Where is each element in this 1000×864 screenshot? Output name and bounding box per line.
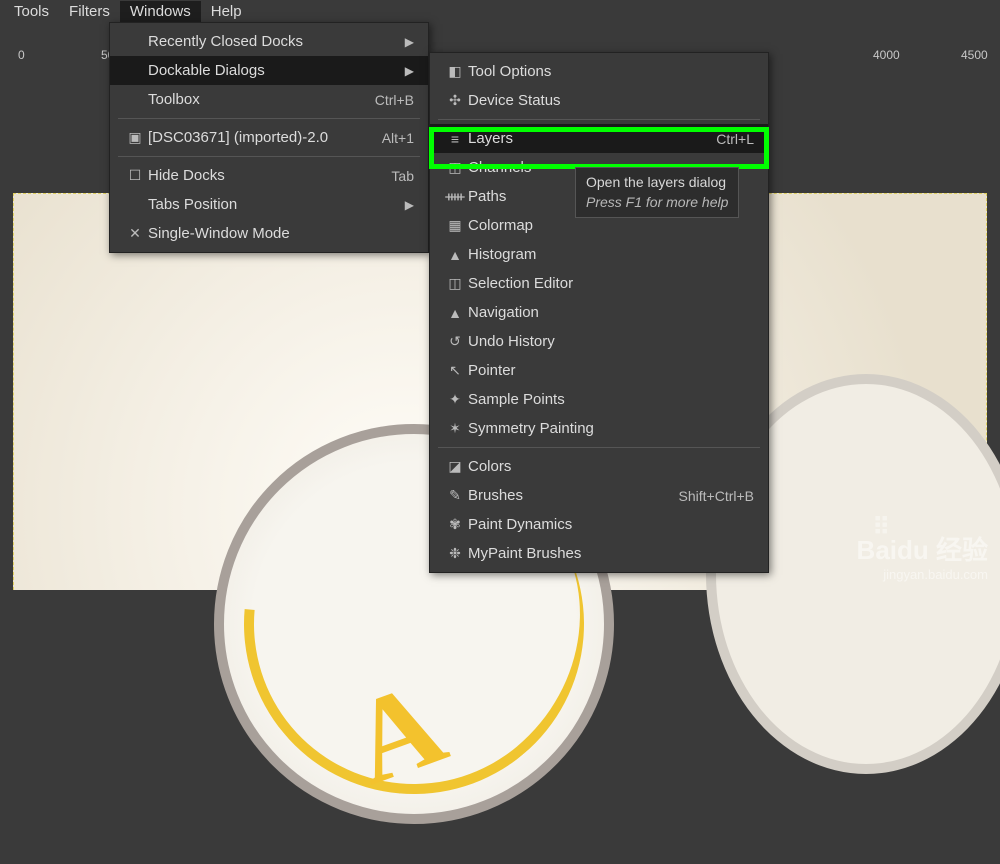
menu-item-label: Hide Docks [148, 167, 391, 184]
menu-item-label: Dockable Dialogs [148, 62, 405, 79]
pointer-icon: ↖ [442, 362, 468, 379]
sample-points-icon: ✦ [442, 391, 468, 408]
menu-item-shortcut: Tab [391, 168, 414, 184]
selection-editor-icon: ◫ [442, 275, 468, 292]
brushes-icon: ✎ [442, 487, 468, 504]
menubar: Tools Filters Windows Help [0, 0, 1000, 23]
menu-item-label: Tool Options [468, 63, 754, 80]
submenu-arrow-icon: ▶ [405, 35, 414, 49]
menu-item-navigation[interactable]: ▲Navigation [430, 298, 768, 327]
watermark-url: jingyan.baidu.com [857, 567, 988, 582]
menu-item-label: Histogram [468, 246, 754, 263]
menu-item-label: [DSC03671] (imported)-2.0 [148, 129, 382, 146]
colors-icon: ◪ [442, 458, 468, 475]
menu-item-label: Colormap [468, 217, 754, 234]
menu-item-label: Recently Closed Docks [148, 33, 405, 50]
menu-item-label: Brushes [468, 487, 679, 504]
watermark: Baidu 经验 jingyan.baidu.com [857, 530, 988, 582]
menu-item-label: Device Status [468, 92, 754, 109]
watermark-text: Baidu 经验 [857, 530, 988, 567]
menu-item-label: Sample Points [468, 391, 754, 408]
tooltip: Open the layers dialog Press F1 for more… [575, 167, 739, 218]
checkbox-checked-icon: ✕ [122, 225, 148, 242]
layers-icon: ≡ [442, 131, 468, 147]
menu-item-dockable-dialogs[interactable]: Dockable Dialogs ▶ [110, 56, 428, 85]
menu-separator [118, 118, 420, 119]
menu-item-label: Navigation [468, 304, 754, 321]
menu-item-label: Tabs Position [148, 196, 405, 213]
submenu-arrow-icon: ▶ [405, 198, 414, 212]
menu-item-label: Undo History [468, 333, 754, 350]
navigation-icon: ▲ [442, 305, 468, 321]
menu-separator [118, 156, 420, 157]
tooltip-title: Open the layers dialog [586, 173, 728, 193]
menu-item-colors[interactable]: ◪Colors [430, 452, 768, 481]
device-status-icon: ✣ [442, 92, 468, 109]
colormap-icon: ▦ [442, 217, 468, 234]
menu-item-label: MyPaint Brushes [468, 545, 754, 562]
menu-tools[interactable]: Tools [4, 1, 59, 22]
tooltip-subtitle: Press F1 for more help [586, 193, 728, 213]
menu-item-paint-dynamics[interactable]: ✾Paint Dynamics [430, 510, 768, 539]
menu-item-single-window-mode[interactable]: ✕ Single-Window Mode [110, 219, 428, 248]
menu-item-label: Selection Editor [468, 275, 754, 292]
menu-separator [438, 119, 760, 120]
menu-item-tool-options[interactable]: ◧Tool Options [430, 57, 768, 86]
menu-item-histogram[interactable]: ▲Histogram [430, 240, 768, 269]
menu-separator [438, 447, 760, 448]
histogram-icon: ▲ [442, 247, 468, 263]
menu-item-brushes[interactable]: ✎BrushesShift+Ctrl+B [430, 481, 768, 510]
menu-help[interactable]: Help [201, 1, 252, 22]
menu-item-shortcut: Ctrl+L [716, 131, 754, 147]
submenu-arrow-icon: ▶ [405, 64, 414, 78]
menu-item-recently-closed-docks[interactable]: Recently Closed Docks ▶ [110, 27, 428, 56]
menu-item-label: Paint Dynamics [468, 516, 754, 533]
menu-item-undo-history[interactable]: ↺Undo History [430, 327, 768, 356]
menu-item-selection-editor[interactable]: ◫Selection Editor [430, 269, 768, 298]
menu-windows-dropdown: Recently Closed Docks ▶ Dockable Dialogs… [109, 22, 429, 253]
menu-item-device-status[interactable]: ✣Device Status [430, 86, 768, 115]
menu-item-shortcut: Ctrl+B [375, 92, 414, 108]
menu-item-symmetry-painting[interactable]: ✶Symmetry Painting [430, 414, 768, 443]
submenu-dockable-dialogs: ◧Tool Options✣Device Status≡LayersCtrl+L… [429, 52, 769, 573]
symmetry-painting-icon: ✶ [442, 420, 468, 437]
menu-item-shortcut: Alt+1 [382, 130, 414, 146]
menu-item-open-image[interactable]: ▣ [DSC03671] (imported)-2.0 Alt+1 [110, 123, 428, 152]
menu-item-label: Layers [468, 130, 716, 147]
menu-item-pointer[interactable]: ↖Pointer [430, 356, 768, 385]
menu-item-label: Single-Window Mode [148, 225, 414, 242]
menu-item-label: Toolbox [148, 91, 375, 108]
menu-item-sample-points[interactable]: ✦Sample Points [430, 385, 768, 414]
menu-item-hide-docks[interactable]: ☐ Hide Docks Tab [110, 161, 428, 190]
menu-item-label: Colors [468, 458, 754, 475]
mypaint-brushes-icon: ❉ [442, 545, 468, 562]
menu-item-layers[interactable]: ≡LayersCtrl+L [430, 124, 768, 153]
menu-item-shortcut: Shift+Ctrl+B [679, 488, 754, 504]
checkbox-icon: ☐ [122, 167, 148, 184]
menu-filters[interactable]: Filters [59, 1, 120, 22]
paths-icon: ᚔ [442, 188, 468, 205]
menu-item-toolbox[interactable]: Toolbox Ctrl+B [110, 85, 428, 114]
menu-item-mypaint-brushes[interactable]: ❉MyPaint Brushes [430, 539, 768, 568]
menu-item-label: Pointer [468, 362, 754, 379]
menu-windows[interactable]: Windows [120, 1, 201, 22]
channels-icon: ◫ [442, 159, 468, 176]
image-icon: ▣ [122, 129, 148, 146]
menu-item-label: Symmetry Painting [468, 420, 754, 437]
menu-item-tabs-position[interactable]: Tabs Position ▶ [110, 190, 428, 219]
tool-options-icon: ◧ [442, 63, 468, 80]
paint-dynamics-icon: ✾ [442, 516, 468, 533]
undo-history-icon: ↺ [442, 333, 468, 350]
